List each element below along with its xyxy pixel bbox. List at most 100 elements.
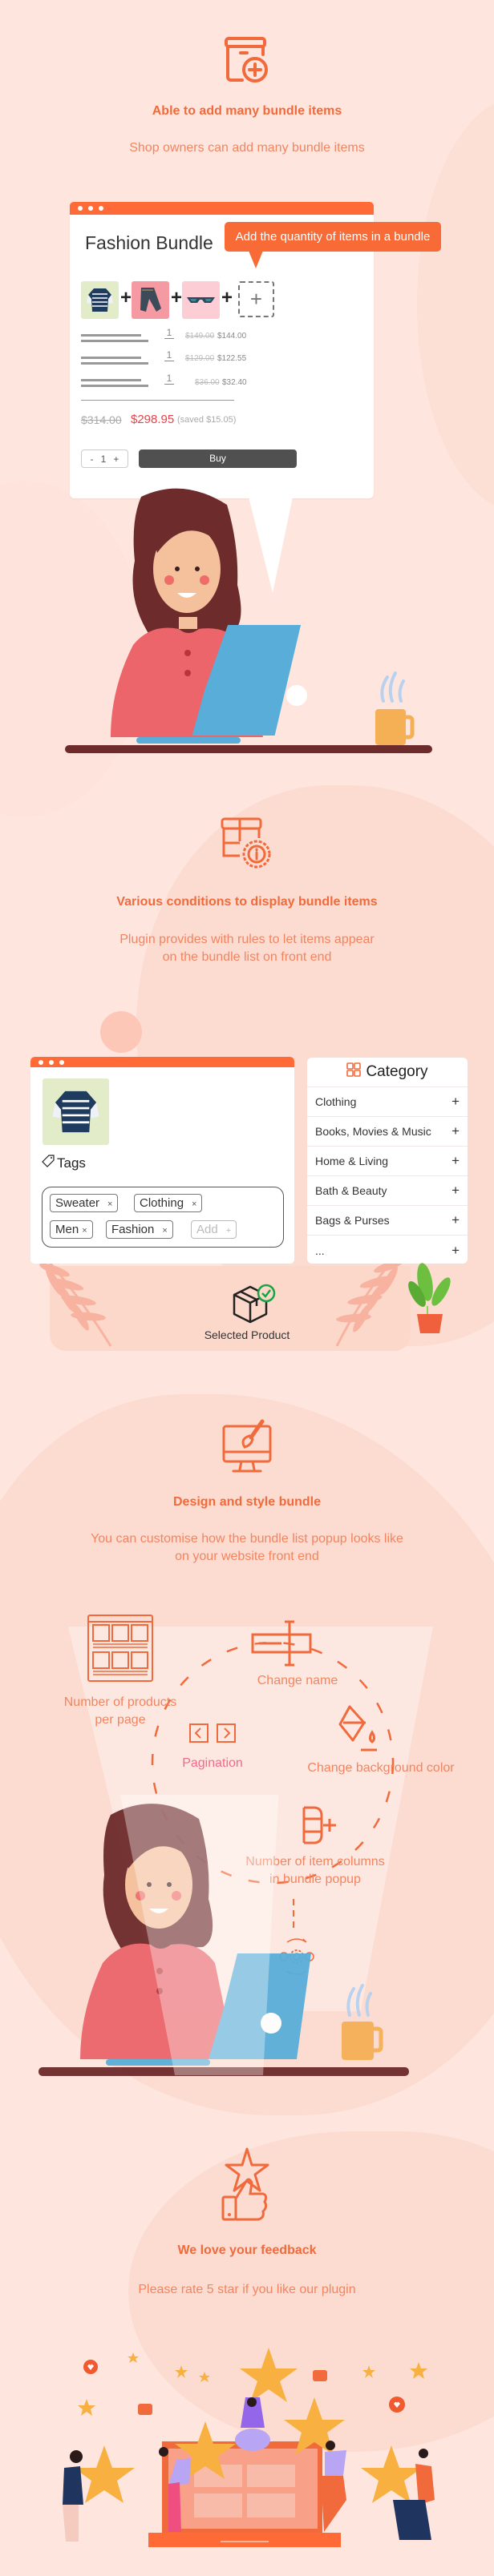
pagination-label: Pagination [182,1756,243,1770]
pagination-prev-icon [188,1723,209,1748]
feature-description: Shop owners can add many bundle items [129,141,365,155]
box-settings-info-icon [219,816,275,876]
category-card: Category Clothing + Books, Movies & Music… [307,1058,468,1264]
feature-title: Various conditions to display bundle ite… [116,895,378,909]
buy-button[interactable]: Buy [139,449,297,468]
description-line: on the bundle list on front end [162,950,332,964]
window-dot [59,1059,64,1065]
monitor-brush-icon [221,1418,273,1478]
category-item[interactable]: Bath & Beauty + [307,1176,468,1206]
label-line: per page [95,1713,146,1727]
product-old-price: $149.00 [185,332,215,341]
product-new-price: $122.55 [217,354,247,363]
total-new-price: $298.95 [131,413,175,426]
total-saved: (saved $15.05) [177,415,237,425]
expand-icon[interactable]: + [451,1123,460,1139]
selected-product-image [43,1078,109,1145]
change-background-label: Change background color [307,1761,455,1775]
tag-icon [42,1155,55,1171]
product-new-price: $144.00 [217,332,247,341]
remove-tag-icon[interactable]: × [82,1226,87,1236]
category-item[interactable]: Bags & Purses + [307,1206,468,1236]
remove-tag-icon[interactable]: × [162,1226,167,1236]
feature-description: Please rate 5 star if you like our plugi… [138,2283,356,2296]
selected-product-label: Selected Product [204,1328,290,1341]
feature-title: Design and style bundle [172,1495,322,1509]
expand-icon[interactable]: + [451,1212,460,1228]
product-thumb-jeans[interactable] [132,281,169,319]
add-product-slot[interactable]: + [238,281,274,317]
thumbs-up-star-icon [221,2147,273,2225]
box-check-icon [231,1284,276,1329]
tag-label: Fashion [111,1223,155,1236]
add-tag-placeholder: Add [196,1223,218,1236]
expand-icon[interactable]: + [451,1094,460,1110]
tag-chip[interactable]: Sweater × [50,1194,119,1212]
tag-label: Men [55,1223,79,1236]
category-label: Books, Movies & Music [315,1125,431,1138]
product-new-price: $32.40 [222,378,247,387]
window-dot [88,206,93,211]
category-title: Category [366,1063,428,1080]
label-line: Number of products [63,1695,177,1709]
expand-icon[interactable]: + [451,1153,460,1169]
window-dot [49,1059,54,1065]
tags-heading: Tags [42,1155,86,1171]
tag-label: Sweater [55,1196,100,1210]
text-cursor-icon [251,1620,312,1672]
category-label: Bags & Purses [315,1214,390,1227]
category-item[interactable]: Clothing + [307,1087,468,1117]
total-old-price: $314.00 [81,413,122,426]
feature-description: Plugin provides with rules to let items … [0,931,494,966]
tag-chip[interactable]: Men × [50,1220,93,1239]
feature-title: We love your feedback [177,2243,317,2257]
product-qty[interactable]: 1 [164,349,174,361]
feature-title: Able to add many bundle items [152,104,342,118]
quantity-value[interactable]: 1 [101,454,107,465]
feature-description: You can customise how the bundle list po… [0,1530,494,1566]
box-add-icon [223,35,271,89]
tag-chip[interactable]: Clothing × [134,1194,203,1212]
product-old-price: $36.00 [195,378,220,387]
remove-tag-icon[interactable]: × [107,1199,112,1209]
category-item[interactable]: Books, Movies & Music + [307,1117,468,1147]
paint-bucket-icon [337,1703,385,1759]
remove-tag-icon[interactable]: × [192,1199,196,1209]
description-line: Plugin provides with rules to let items … [119,933,375,946]
window-title-bar [30,1057,294,1067]
category-header: Category [307,1058,468,1087]
category-label: Bath & Beauty [315,1184,387,1197]
girl-laptop-illustration [38,1787,439,2087]
increment-button[interactable]: + [113,454,119,465]
tag-chip[interactable]: Fashion × [106,1220,173,1239]
window-dot [99,206,103,211]
category-label: Clothing [315,1095,357,1108]
product-thumb-sweater[interactable] [81,281,119,319]
quantity-stepper[interactable]: - 1 + [81,449,128,468]
decrement-button[interactable]: - [91,454,94,465]
window-dot [38,1059,43,1065]
expand-icon[interactable]: + [451,1183,460,1199]
tag-label: Clothing [140,1196,184,1210]
tooltip: Add the quantity of items in a bundle [225,222,441,252]
category-label: Home & Living [315,1155,389,1167]
products-grid-icon [87,1614,154,1687]
window-dot [78,206,83,211]
category-label: ... [315,1244,325,1257]
category-item[interactable]: Home & Living + [307,1147,468,1176]
pagination-next-icon [216,1723,237,1748]
expand-icon[interactable]: + [451,1243,460,1259]
add-tag-icon[interactable]: + [226,1226,231,1236]
tags-label: Tags [57,1155,86,1171]
product-qty[interactable]: 1 [164,373,174,385]
products-per-page-label: Number of products per page [40,1694,200,1729]
product-thumb-sunglasses[interactable] [182,281,220,319]
product-old-price: $129.00 [185,354,215,363]
rating-stars-illustration [48,2308,449,2576]
plus-separator: + [221,287,233,308]
add-tag-field[interactable]: Add + [191,1220,237,1239]
tooltip-arrow [249,251,263,268]
divider [81,400,234,401]
product-qty[interactable]: 1 [164,327,174,339]
description-line: on your website front end [175,1550,319,1563]
